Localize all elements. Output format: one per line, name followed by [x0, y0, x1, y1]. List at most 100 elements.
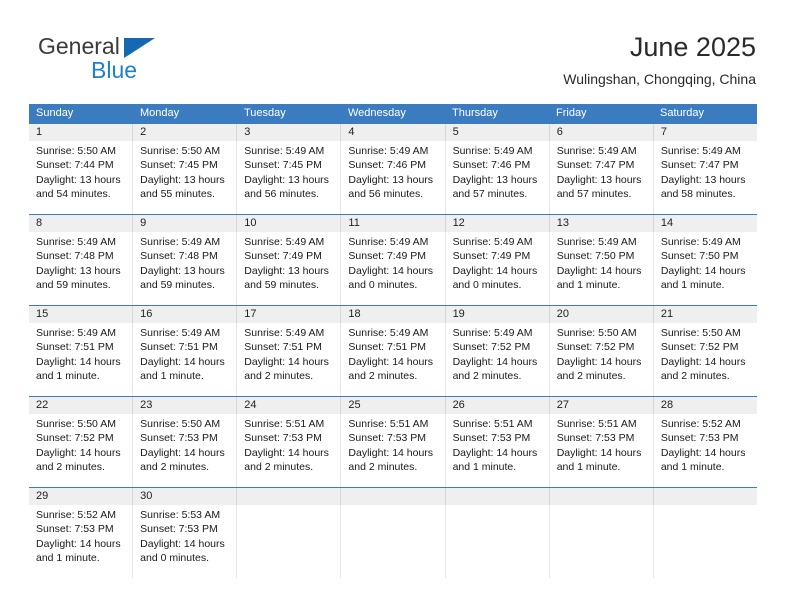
sunset-text: Sunset: 7:52 PM	[660, 341, 739, 354]
sunset-text: Sunset: 7:49 PM	[452, 250, 531, 263]
daylight-text-line2: and 57 minutes.	[452, 188, 528, 201]
day-detail-strip: Sunrise: 5:50 AM Sunset: 7:52 PM Dayligh…	[29, 414, 757, 487]
day-cell[interactable]: Sunrise: 5:49 AM Sunset: 7:51 PM Dayligh…	[236, 323, 340, 396]
day-cell[interactable]: Sunrise: 5:49 AM Sunset: 7:46 PM Dayligh…	[340, 141, 444, 214]
day-number[interactable]: 23	[132, 397, 236, 414]
day-cell[interactable]: Sunrise: 5:52 AM Sunset: 7:53 PM Dayligh…	[29, 505, 132, 578]
day-number[interactable]: 28	[652, 397, 757, 414]
sunrise-text: Sunrise: 5:49 AM	[348, 145, 429, 157]
week-row: 22 23 24 25 26 27 28 Sunrise: 5:50 AM Su…	[29, 396, 757, 487]
day-cell-empty	[236, 505, 340, 578]
day-number[interactable]: 21	[652, 306, 757, 323]
sunrise-text: Sunrise: 5:49 AM	[244, 327, 325, 339]
day-cell[interactable]: Sunrise: 5:49 AM Sunset: 7:49 PM Dayligh…	[340, 232, 444, 305]
day-number[interactable]: 15	[29, 306, 132, 323]
sunset-text: Sunset: 7:44 PM	[36, 159, 114, 172]
day-number[interactable]: 1	[29, 124, 132, 141]
day-cell[interactable]: Sunrise: 5:49 AM Sunset: 7:47 PM Dayligh…	[652, 141, 757, 214]
day-cell[interactable]: Sunrise: 5:49 AM Sunset: 7:46 PM Dayligh…	[444, 141, 549, 214]
day-cell[interactable]: Sunrise: 5:53 AM Sunset: 7:53 PM Dayligh…	[132, 505, 236, 578]
day-cell[interactable]: Sunrise: 5:49 AM Sunset: 7:52 PM Dayligh…	[444, 323, 549, 396]
day-cell[interactable]: Sunrise: 5:49 AM Sunset: 7:51 PM Dayligh…	[340, 323, 444, 396]
day-number[interactable]: 3	[236, 124, 340, 141]
day-number[interactable]: 17	[236, 306, 340, 323]
day-number[interactable]: 14	[652, 215, 757, 232]
day-number[interactable]: 2	[132, 124, 236, 141]
sunrise-text: Sunrise: 5:50 AM	[556, 327, 637, 339]
day-number[interactable]: 6	[548, 124, 653, 141]
general-blue-logo[interactable]: General Blue	[38, 34, 268, 90]
daylight-text-line2: and 1 minute.	[140, 370, 204, 383]
sunrise-text: Sunrise: 5:49 AM	[140, 236, 221, 248]
day-cell[interactable]: Sunrise: 5:49 AM Sunset: 7:50 PM Dayligh…	[652, 232, 757, 305]
sunrise-text: Sunrise: 5:49 AM	[452, 327, 533, 339]
weekday-header-friday: Friday	[556, 107, 587, 119]
day-number[interactable]: 18	[340, 306, 444, 323]
day-cell[interactable]: Sunrise: 5:51 AM Sunset: 7:53 PM Dayligh…	[548, 414, 653, 487]
daylight-text-line1: Daylight: 13 hours	[244, 264, 329, 277]
daylight-text-line1: Daylight: 13 hours	[244, 173, 329, 186]
daylight-text-line1: Daylight: 13 hours	[556, 173, 642, 186]
day-cell[interactable]: Sunrise: 5:51 AM Sunset: 7:53 PM Dayligh…	[444, 414, 549, 487]
day-number[interactable]: 27	[548, 397, 653, 414]
day-cell[interactable]: Sunrise: 5:49 AM Sunset: 7:49 PM Dayligh…	[236, 232, 340, 305]
day-number[interactable]: 5	[444, 124, 549, 141]
day-cell[interactable]: Sunrise: 5:51 AM Sunset: 7:53 PM Dayligh…	[236, 414, 340, 487]
sunrise-text: Sunrise: 5:49 AM	[556, 145, 637, 157]
daylight-text-line1: Daylight: 14 hours	[348, 264, 434, 277]
day-cell[interactable]: Sunrise: 5:50 AM Sunset: 7:52 PM Dayligh…	[548, 323, 653, 396]
daylight-text-line2: and 2 minutes.	[140, 461, 210, 474]
day-number[interactable]: 8	[29, 215, 132, 232]
day-cell[interactable]: Sunrise: 5:51 AM Sunset: 7:53 PM Dayligh…	[340, 414, 444, 487]
day-number[interactable]: 4	[340, 124, 444, 141]
day-cell[interactable]: Sunrise: 5:50 AM Sunset: 7:52 PM Dayligh…	[29, 414, 132, 487]
day-cell[interactable]: Sunrise: 5:49 AM Sunset: 7:48 PM Dayligh…	[29, 232, 132, 305]
daylight-text-line2: and 59 minutes.	[36, 279, 111, 292]
day-number[interactable]: 19	[444, 306, 549, 323]
day-number-empty	[340, 488, 444, 505]
day-number[interactable]: 13	[548, 215, 653, 232]
day-number[interactable]: 30	[132, 488, 236, 505]
day-cell[interactable]: Sunrise: 5:50 AM Sunset: 7:45 PM Dayligh…	[132, 141, 236, 214]
sunset-text: Sunset: 7:45 PM	[140, 159, 218, 172]
day-cell[interactable]: Sunrise: 5:50 AM Sunset: 7:52 PM Dayligh…	[652, 323, 757, 396]
sunset-text: Sunset: 7:49 PM	[244, 250, 322, 263]
day-number[interactable]: 25	[340, 397, 444, 414]
daylight-text-line1: Daylight: 13 hours	[452, 173, 538, 186]
day-cell[interactable]: Sunrise: 5:49 AM Sunset: 7:49 PM Dayligh…	[444, 232, 549, 305]
day-cell[interactable]: Sunrise: 5:49 AM Sunset: 7:45 PM Dayligh…	[236, 141, 340, 214]
day-cell[interactable]: Sunrise: 5:52 AM Sunset: 7:53 PM Dayligh…	[652, 414, 757, 487]
day-number[interactable]: 9	[132, 215, 236, 232]
daylight-text-line2: and 1 minute.	[36, 552, 100, 565]
day-number-empty	[236, 488, 340, 505]
sunset-text: Sunset: 7:53 PM	[452, 432, 531, 445]
sunset-text: Sunset: 7:53 PM	[660, 432, 739, 445]
sunrise-text: Sunrise: 5:49 AM	[244, 145, 325, 157]
day-cell[interactable]: Sunrise: 5:50 AM Sunset: 7:44 PM Dayligh…	[29, 141, 132, 214]
day-cell[interactable]: Sunrise: 5:49 AM Sunset: 7:51 PM Dayligh…	[132, 323, 236, 396]
daylight-text-line2: and 2 minutes.	[244, 370, 314, 383]
sunset-text: Sunset: 7:51 PM	[36, 341, 114, 354]
day-cell[interactable]: Sunrise: 5:49 AM Sunset: 7:47 PM Dayligh…	[548, 141, 653, 214]
sunset-text: Sunset: 7:53 PM	[556, 432, 635, 445]
daylight-text-line2: and 2 minutes.	[348, 461, 418, 474]
day-number[interactable]: 11	[340, 215, 444, 232]
day-number[interactable]: 24	[236, 397, 340, 414]
week-row: 15 16 17 18 19 20 21 Sunrise: 5:49 AM Su…	[29, 305, 757, 396]
daylight-text-line2: and 59 minutes.	[140, 279, 215, 292]
day-cell[interactable]: Sunrise: 5:49 AM Sunset: 7:48 PM Dayligh…	[132, 232, 236, 305]
day-cell-empty	[548, 505, 653, 578]
sunset-text: Sunset: 7:51 PM	[244, 341, 322, 354]
day-number[interactable]: 26	[444, 397, 549, 414]
day-number[interactable]: 16	[132, 306, 236, 323]
day-number[interactable]: 7	[652, 124, 757, 141]
day-number[interactable]: 12	[444, 215, 549, 232]
day-number[interactable]: 29	[29, 488, 132, 505]
day-number[interactable]: 22	[29, 397, 132, 414]
day-number[interactable]: 20	[548, 306, 653, 323]
day-cell[interactable]: Sunrise: 5:49 AM Sunset: 7:50 PM Dayligh…	[548, 232, 653, 305]
day-cell[interactable]: Sunrise: 5:49 AM Sunset: 7:51 PM Dayligh…	[29, 323, 132, 396]
day-cell[interactable]: Sunrise: 5:50 AM Sunset: 7:53 PM Dayligh…	[132, 414, 236, 487]
day-number[interactable]: 10	[236, 215, 340, 232]
sunrise-text: Sunrise: 5:49 AM	[36, 327, 116, 339]
